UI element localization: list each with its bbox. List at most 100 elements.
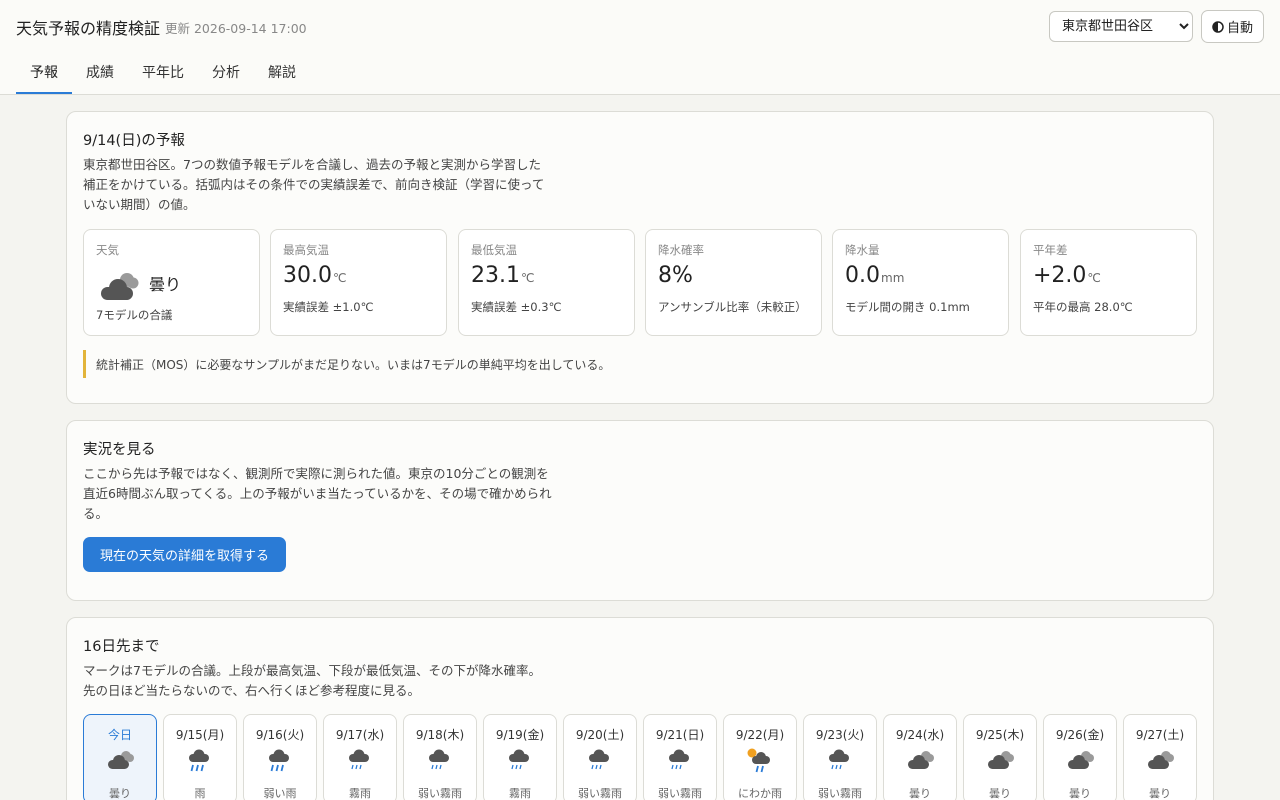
- stat-high-value: 30.0℃: [283, 263, 347, 288]
- day-card[interactable]: 9/26(金) 曇り: [1043, 714, 1117, 800]
- theme-toggle-button[interactable]: 自動: [1201, 10, 1264, 43]
- stat-precip-value: 0.0mm: [845, 263, 905, 288]
- day-card[interactable]: 9/24(水) 曇り: [883, 714, 957, 800]
- day-date: 9/26(金): [1055, 728, 1105, 742]
- day-card[interactable]: 9/23(火) 弱い霧雨: [803, 714, 877, 800]
- day-date: 9/21(日): [655, 728, 705, 742]
- cloudy-icon: [108, 751, 134, 769]
- cloudy-icon: [908, 751, 934, 769]
- day-date: 9/15(月): [175, 728, 225, 742]
- day-card[interactable]: 9/15(月) 雨: [163, 714, 237, 800]
- mos-note: 統計補正（MOS）に必要なサンプルがまだ足りない。いまは7モデルの単純平均を出し…: [83, 350, 883, 378]
- stat-normal-value: +2.0℃: [1033, 263, 1101, 288]
- day-condition: 弱い霧雨: [818, 787, 862, 800]
- drizzle-icon: [589, 749, 609, 770]
- stat-low-label: 最低気温: [471, 243, 517, 257]
- stat-low-sub: 実績誤差 ±0.3℃: [471, 300, 562, 314]
- tab-normal-comparison[interactable]: 平年比: [128, 52, 198, 94]
- forecast-title: 9/14(日)の予報: [83, 133, 185, 149]
- cloudy-icon: [1068, 751, 1094, 769]
- region-select[interactable]: 東京都世田谷区: [1049, 11, 1193, 42]
- tab-results[interactable]: 成績: [72, 52, 128, 94]
- drizzle-icon: [669, 749, 689, 770]
- day-card[interactable]: 9/25(木) 曇り: [963, 714, 1037, 800]
- drizzle-icon: [349, 749, 369, 770]
- day-condition: 霧雨: [509, 787, 531, 800]
- day-condition: 曇り: [989, 787, 1011, 800]
- day-date: 今日: [107, 728, 132, 742]
- stat-normal-diff: 平年差 +2.0℃ 平年の最高 28.0℃: [1020, 229, 1197, 336]
- stat-pop-sub: アンサンブル比率（未較正）: [658, 300, 807, 314]
- day-condition: 霧雨: [349, 787, 371, 800]
- long-range-card: 16日先まで マークは7モデルの合議。上段が最高気温、下段が最低気温、その下が降…: [66, 617, 1214, 800]
- drizzle-icon: [429, 749, 449, 770]
- day-card[interactable]: 9/18(木) 弱い霧雨: [403, 714, 477, 800]
- observation-description: ここから先は予報ではなく、観測所で実際に測られた値。東京の10分ごとの観測を直近…: [83, 466, 552, 521]
- day-card[interactable]: 9/16(火) 弱い雨: [243, 714, 317, 800]
- stat-precip-label: 降水量: [845, 243, 880, 257]
- stat-low-value: 23.1℃: [471, 263, 535, 288]
- day-card[interactable]: 今日 曇り: [83, 714, 157, 800]
- stat-weather-sub: 7モデルの合議: [96, 308, 173, 322]
- tab-explanation[interactable]: 解説: [254, 52, 310, 94]
- day-date: 9/18(木): [415, 728, 465, 742]
- day-condition: 弱い霧雨: [658, 787, 702, 800]
- forecast-description: 東京都世田谷区。7つの数値予報モデルを合議し、過去の予報と実測から学習した補正を…: [83, 157, 545, 212]
- stat-pop-label: 降水確率: [658, 243, 704, 257]
- stat-pop-value: 8%: [658, 263, 693, 288]
- day-card[interactable]: 9/20(土) 弱い霧雨: [563, 714, 637, 800]
- cloudy-icon: [988, 751, 1014, 769]
- day-date: 9/22(月): [735, 728, 785, 742]
- fetch-current-weather-button[interactable]: 現在の天気の詳細を取得する: [83, 537, 286, 572]
- stat-precip-probability: 降水確率 8% アンサンブル比率（未較正）: [645, 229, 822, 336]
- stat-high-sub: 実績誤差 ±1.0℃: [283, 300, 374, 314]
- day-date: 9/27(土): [1135, 728, 1185, 742]
- drizzle-icon: [509, 749, 529, 770]
- tab-analysis[interactable]: 分析: [198, 52, 254, 94]
- day-card[interactable]: 9/22(月) にわか雨: [723, 714, 797, 800]
- day-condition: 曇り: [109, 787, 131, 800]
- stat-precip-sub: モデル間の開き 0.1mm: [845, 300, 970, 314]
- observation-title: 実況を見る: [83, 442, 156, 458]
- day-card[interactable]: 9/19(金) 霧雨: [483, 714, 557, 800]
- theme-toggle-label: 自動: [1226, 21, 1253, 36]
- rain-icon: [189, 749, 209, 772]
- day-date: 9/24(水): [895, 728, 945, 742]
- day-condition: 雨: [194, 787, 206, 800]
- cloudy-icon: [1148, 751, 1174, 769]
- forecast-card: 9/14(日)の予報 東京都世田谷区。7つの数値予報モデルを合議し、過去の予報と…: [66, 111, 1214, 404]
- observation-card: 実況を見る ここから先は予報ではなく、観測所で実際に測られた値。東京の10分ごと…: [66, 420, 1214, 601]
- stat-normal-sub: 平年の最高 28.0℃: [1033, 300, 1133, 314]
- day-date: 9/19(金): [495, 728, 545, 742]
- showers-icon: [747, 748, 770, 773]
- day-condition: 弱い雨: [263, 787, 297, 800]
- tab-forecast[interactable]: 予報: [16, 52, 72, 94]
- stat-weather-label: 天気: [96, 243, 119, 257]
- cloudy-icon: [101, 273, 139, 300]
- day-date: 9/17(水): [335, 728, 385, 742]
- day-card[interactable]: 9/17(水) 霧雨: [323, 714, 397, 800]
- app-title: 天気予報の精度検証: [16, 19, 161, 38]
- day-condition: にわか雨: [738, 787, 782, 800]
- tab-bar: 予報 成績 平年比 分析 解説: [16, 52, 310, 95]
- day-condition: 曇り: [909, 787, 931, 800]
- long-range-description: マークは7モデルの合議。上段が最高気温、下段が最低気温、その下が降水確率。先の日…: [83, 663, 541, 698]
- day-card[interactable]: 9/27(土) 曇り: [1123, 714, 1197, 800]
- day-card[interactable]: 9/21(日) 弱い霧雨: [643, 714, 717, 800]
- stat-normal-label: 平年差: [1033, 243, 1068, 257]
- rain-icon: [269, 749, 289, 772]
- half-circle-icon: [1212, 20, 1224, 33]
- long-range-title: 16日先まで: [83, 639, 160, 655]
- day-condition: 曇り: [1069, 787, 1091, 800]
- stat-weather: 天気 曇り 7モデルの合議: [83, 229, 260, 336]
- stat-high-label: 最高気温: [283, 243, 329, 257]
- stat-high-temp: 最高気温 30.0℃ 実績誤差 ±1.0℃: [270, 229, 447, 336]
- day-date: 9/23(火): [815, 728, 865, 742]
- stat-low-temp: 最低気温 23.1℃ 実績誤差 ±0.3℃: [458, 229, 635, 336]
- day-condition: 弱い霧雨: [578, 787, 622, 800]
- stat-row: 天気 曇り 7モデルの合議 最高気温 30.0℃ 実績誤差 ±1.0℃ 最低気温…: [83, 229, 1197, 336]
- day-date: 9/16(火): [255, 728, 305, 742]
- top-bar: 天気予報の精度検証 更新 2026-09-14 17:00 東京都世田谷区 自動…: [0, 0, 1280, 95]
- day-date: 9/25(木): [975, 728, 1025, 742]
- stat-precip-amount: 降水量 0.0mm モデル間の開き 0.1mm: [832, 229, 1009, 336]
